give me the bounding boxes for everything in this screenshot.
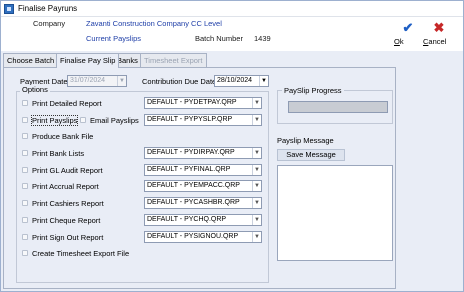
- checkmark-icon: ✔: [402, 20, 414, 35]
- batch-number-label: Batch Number: [195, 34, 243, 43]
- company-label: Company: [33, 19, 66, 28]
- x-icon: ✖: [433, 20, 445, 35]
- select-value: DEFAULT - PYDETPAY.QRP: [147, 99, 237, 106]
- print-sign-out-report-checkbox[interactable]: [22, 234, 28, 240]
- title-bar: Finalise Payruns: [1, 1, 463, 17]
- payment-date-value: 31/07/2024: [70, 77, 106, 84]
- select-value: DEFAULT - PYCHQ.QRP: [147, 216, 227, 223]
- batch-number-value: 1439: [254, 34, 271, 43]
- produce-bank-file-label: Produce Bank File: [32, 132, 94, 141]
- select-value: DEFAULT - PYEMPACC.QRP: [147, 182, 240, 189]
- cancel-button[interactable]: ✖ Cancel: [423, 19, 455, 49]
- produce-bank-file-checkbox[interactable]: [22, 133, 28, 139]
- options-legend: Options: [20, 85, 50, 94]
- create-timesheet-export-file-checkbox[interactable]: [22, 250, 28, 256]
- print-cheque-report-checkbox[interactable]: [22, 217, 28, 223]
- print-detailed-report-label: Print Detailed Report: [32, 99, 102, 108]
- payslip-message-label: Payslip Message: [277, 136, 334, 145]
- select-value: DEFAULT - PYFINAL.QRP: [147, 166, 231, 173]
- contribution-due-date-label: Contribution Due Date: [142, 77, 217, 86]
- print-accrual-report-label: Print Accrual Report: [32, 182, 99, 191]
- print-gl-audit-report-label: Print GL Audit Report: [32, 166, 103, 175]
- chevron-down-icon[interactable]: ▼: [252, 115, 261, 125]
- tab-timesheet-export[interactable]: Timesheet Export: [140, 53, 207, 67]
- contribution-due-date-field[interactable]: 28/10/2024 ▼: [214, 75, 269, 87]
- accrual-report-select[interactable]: DEFAULT - PYEMPACC.QRP ▼: [144, 180, 262, 192]
- ok-label: k: [399, 37, 404, 46]
- sign-out-report-select[interactable]: DEFAULT - PYSIGNOU.QRP ▼: [144, 231, 262, 243]
- payslip-message-textarea[interactable]: [277, 165, 393, 261]
- print-accrual-report-checkbox[interactable]: [22, 183, 28, 189]
- finalise-payruns-window: Finalise Payruns Company Zavanti Constru…: [0, 0, 464, 292]
- create-timesheet-export-file-label: Create Timesheet Export File: [32, 249, 130, 258]
- chevron-down-icon[interactable]: ▼: [252, 148, 261, 158]
- select-value: DEFAULT - PYPYSLP.QRP: [147, 116, 233, 123]
- cheque-report-select[interactable]: DEFAULT - PYCHQ.QRP ▼: [144, 214, 262, 226]
- tab-choose-batch[interactable]: Choose Batch: [3, 53, 59, 67]
- payslip-progress-bar: [288, 101, 388, 113]
- chevron-down-icon[interactable]: ▼: [252, 232, 261, 242]
- cashiers-report-select[interactable]: DEFAULT - PYCASHBR.QRP ▼: [144, 197, 262, 209]
- chevron-down-icon[interactable]: ▼: [252, 198, 261, 208]
- print-gl-audit-report-checkbox[interactable]: [22, 167, 28, 173]
- bank-lists-select[interactable]: DEFAULT - PYDIRPAY.QRP ▼: [144, 147, 262, 159]
- select-value: DEFAULT - PYSIGNOU.QRP: [147, 233, 239, 240]
- chevron-down-icon[interactable]: ▼: [252, 165, 261, 175]
- select-value: DEFAULT - PYCASHBR.QRP: [147, 199, 240, 206]
- payslips-value: Current Payslips: [86, 34, 142, 43]
- email-payslips-checkbox[interactable]: [80, 117, 86, 123]
- print-sign-out-report-label: Print Sign Out Report: [32, 233, 104, 242]
- save-message-button[interactable]: Save Message: [277, 149, 345, 161]
- email-payslips-label: Email Payslips: [90, 116, 139, 125]
- print-cheque-report-label: Print Cheque Report: [32, 216, 101, 225]
- print-payslips-checkbox[interactable]: [22, 117, 28, 123]
- company-value: Zavanti Construction Company CC Level: [86, 19, 222, 28]
- tab-strip: Choose Batch Finalise Pay Slip Banks Tim…: [3, 53, 463, 68]
- print-cashiers-report-checkbox[interactable]: [22, 200, 28, 206]
- chevron-down-icon[interactable]: ▼: [117, 76, 126, 86]
- select-value: DEFAULT - PYDIRPAY.QRP: [147, 149, 235, 156]
- app-icon: [4, 4, 14, 14]
- print-bank-lists-label: Print Bank Lists: [32, 149, 85, 158]
- payment-date-field[interactable]: 31/07/2024 ▼: [67, 75, 127, 87]
- print-detailed-report-checkbox[interactable]: [22, 100, 28, 106]
- chevron-down-icon[interactable]: ▼: [252, 215, 261, 225]
- payslip-progress-legend: PaySlip Progress: [282, 86, 344, 95]
- contribution-due-date-value: 28/10/2024: [217, 77, 253, 84]
- ok-button[interactable]: ✔ Ok: [394, 19, 422, 49]
- chevron-down-icon[interactable]: ▼: [252, 181, 261, 191]
- tab-finalise-pay-slip[interactable]: Finalise Pay Slip: [56, 53, 120, 68]
- header-panel: Company Zavanti Construction Company CC …: [1, 17, 463, 51]
- chevron-down-icon[interactable]: ▼: [259, 76, 268, 86]
- payslips-select[interactable]: DEFAULT - PYPYSLP.QRP ▼: [144, 114, 262, 126]
- cancel-label: ancel: [428, 37, 447, 46]
- print-bank-lists-checkbox[interactable]: [22, 150, 28, 156]
- detailed-report-select[interactable]: DEFAULT - PYDETPAY.QRP ▼: [144, 97, 262, 109]
- window-title: Finalise Payruns: [18, 4, 78, 13]
- chevron-down-icon[interactable]: ▼: [252, 98, 261, 108]
- print-cashiers-report-label: Print Cashiers Report: [32, 199, 104, 208]
- print-payslips-label: Print Payslips: [30, 115, 79, 126]
- gl-audit-report-select[interactable]: DEFAULT - PYFINAL.QRP ▼: [144, 164, 262, 176]
